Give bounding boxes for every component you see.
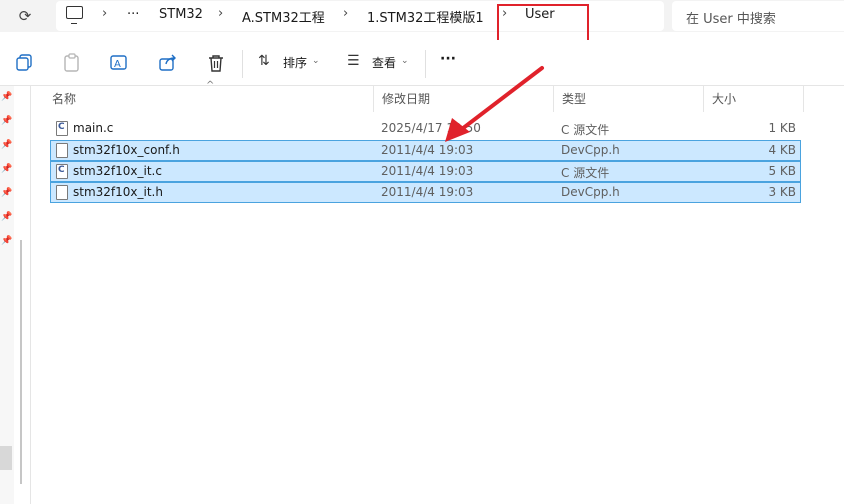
view-button[interactable]: 查看	[372, 54, 396, 71]
pin-icon[interactable]: 📌	[1, 140, 12, 150]
file-date: 2011/4/4 19:03	[381, 143, 474, 157]
file-row-stm32f10x-conf-h[interactable]: stm32f10x_conf.h 2011/4/4 19:03 DevCpp.h…	[50, 140, 801, 161]
address-bar: ⟳ › ··· STM32 › A.STM32工程 › 1.STM32工程模版1…	[0, 0, 844, 32]
chevron-down-icon[interactable]: ⌄	[401, 56, 409, 66]
nav-scrollbar-thumb[interactable]	[0, 446, 12, 470]
delete-icon[interactable]	[205, 52, 227, 74]
column-header-type[interactable]: 类型	[554, 86, 704, 112]
this-pc-icon[interactable]	[66, 6, 83, 24]
copy-icon[interactable]	[14, 52, 36, 74]
pin-icon[interactable]: 📌	[1, 92, 12, 102]
toolbar-divider	[242, 50, 243, 78]
file-size: 5 KB	[768, 164, 796, 178]
breadcrumb-stm32-project[interactable]: A.STM32工程	[242, 7, 325, 26]
pin-icon[interactable]: 📌	[1, 236, 12, 246]
breadcrumb-stm32[interactable]: STM32	[159, 7, 203, 22]
command-bar: A ⇅ 排序 ⌄ ☰ 查看 ⌄ ···	[0, 40, 844, 86]
view-icon[interactable]: ☰	[347, 53, 360, 69]
more-options-button[interactable]: ···	[440, 51, 456, 67]
breadcrumb-overflow[interactable]: ···	[127, 7, 139, 22]
pin-icon[interactable]: 📌	[1, 188, 12, 198]
pin-icon[interactable]: 📌	[1, 212, 12, 222]
header-file-icon	[56, 143, 68, 158]
file-name: main.c	[73, 121, 114, 135]
refresh-icon[interactable]: ⟳	[13, 5, 37, 27]
pin-icon[interactable]: 📌	[1, 164, 12, 174]
pin-icon[interactable]: 📌	[1, 116, 12, 126]
sort-icon[interactable]: ⇅	[258, 53, 270, 69]
share-icon[interactable]	[157, 52, 179, 74]
rename-icon[interactable]: A	[108, 52, 130, 74]
file-name: stm32f10x_conf.h	[73, 143, 180, 157]
annotation-highlight-box	[497, 4, 589, 45]
sort-button[interactable]: 排序	[283, 54, 307, 71]
file-type: DevCpp.h	[561, 143, 620, 157]
header-file-icon	[56, 185, 68, 200]
file-name: stm32f10x_it.c	[73, 164, 162, 178]
c-source-file-icon	[56, 121, 68, 136]
file-size: 3 KB	[768, 185, 796, 199]
search-input[interactable]: 在 User 中搜索	[672, 1, 844, 31]
paste-icon[interactable]	[61, 52, 83, 74]
navigation-pane: 📌 📌 📌 📌 📌 📌 📌	[0, 86, 14, 504]
chevron-right-icon[interactable]: ›	[343, 6, 348, 21]
file-row-stm32f10x-it-c[interactable]: stm32f10x_it.c 2011/4/4 19:03 C 源文件 5 KB	[50, 161, 801, 182]
file-name: stm32f10x_it.h	[73, 185, 163, 199]
column-header-row: ^ 名称 修改日期 类型 大小	[44, 80, 824, 114]
chevron-right-icon[interactable]: ›	[102, 6, 107, 21]
nav-scrollbar-track[interactable]	[20, 240, 22, 484]
file-size: 1 KB	[768, 121, 796, 135]
column-header-name[interactable]: 名称	[44, 86, 374, 112]
pane-divider	[30, 86, 31, 504]
file-row-main-c[interactable]: main.c 2025/4/17 12:50 C 源文件 1 KB	[50, 118, 801, 139]
file-type: DevCpp.h	[561, 185, 620, 199]
file-row-stm32f10x-it-h[interactable]: stm32f10x_it.h 2011/4/4 19:03 DevCpp.h 3…	[50, 182, 801, 203]
file-date: 2025/4/17 12:50	[381, 121, 481, 135]
file-size: 4 KB	[768, 143, 796, 157]
search-placeholder: 在 User 中搜索	[686, 12, 776, 27]
toolbar-divider	[425, 50, 426, 78]
breadcrumb-template[interactable]: 1.STM32工程模版1	[367, 7, 484, 26]
column-header-date[interactable]: 修改日期	[374, 86, 554, 112]
c-source-file-icon	[56, 164, 68, 179]
svg-text:A: A	[114, 59, 121, 70]
column-header-size[interactable]: 大小	[704, 86, 804, 112]
file-type: C 源文件	[561, 166, 610, 180]
file-date: 2011/4/4 19:03	[381, 185, 474, 199]
chevron-down-icon[interactable]: ⌄	[312, 56, 320, 66]
file-type: C 源文件	[561, 123, 610, 137]
chevron-right-icon[interactable]: ›	[218, 6, 223, 21]
file-date: 2011/4/4 19:03	[381, 164, 474, 178]
